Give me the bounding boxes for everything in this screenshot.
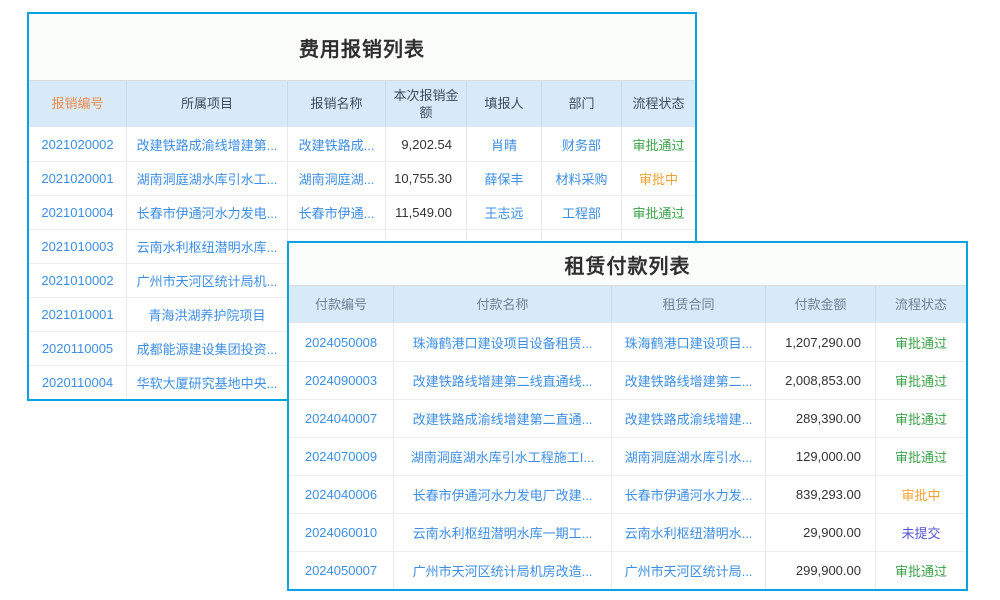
- column-header: 报销编号: [29, 81, 126, 126]
- payment-amount: 299,900.00: [765, 552, 875, 589]
- payment-id-link[interactable]: 2024040007: [289, 400, 393, 437]
- payment-table-header-row: 付款编号付款名称租赁合同付款金额流程状态: [289, 285, 966, 323]
- column-header: 填报人: [466, 81, 541, 126]
- expense-id-link[interactable]: 2021010002: [29, 264, 126, 297]
- expense-name-link[interactable]: 改建铁路成...: [287, 127, 385, 161]
- payment-amount: 129,000.00: [765, 438, 875, 475]
- lease-contract-link[interactable]: 湖南洞庭湖水库引水...: [611, 438, 765, 475]
- expense-table-title: 费用报销列表: [29, 14, 695, 80]
- table-row: 2024060010云南水利枢纽潜明水库一期工...云南水利枢纽潜明水...29…: [289, 513, 966, 551]
- expense-project-link[interactable]: 青海洪湖养护院项目: [126, 298, 287, 331]
- expense-id-link[interactable]: 2021010001: [29, 298, 126, 331]
- column-header: 本次报销金额: [385, 81, 466, 126]
- payment-amount: 1,207,290.00: [765, 323, 875, 361]
- payment-amount: 2,008,853.00: [765, 362, 875, 399]
- payment-status-badge: 审批通过: [875, 400, 966, 437]
- expense-reporter-link[interactable]: 薛保丰: [466, 162, 541, 195]
- column-header: 租赁合同: [611, 286, 765, 322]
- expense-project-link[interactable]: 华软大厦研究基地中央...: [126, 366, 287, 399]
- column-header: 付款金额: [765, 286, 875, 322]
- payment-name-link[interactable]: 云南水利枢纽潜明水库一期工...: [393, 514, 611, 551]
- column-header: 付款编号: [289, 286, 393, 322]
- expense-project-link[interactable]: 广州市天河区统计局机...: [126, 264, 287, 297]
- expense-name-link[interactable]: 长春市伊通...: [287, 196, 385, 229]
- payment-status-badge: 审批通过: [875, 323, 966, 361]
- payment-id-link[interactable]: 2024040006: [289, 476, 393, 513]
- table-row: 2024040006长春市伊通河水力发电厂改建...长春市伊通河水力发...83…: [289, 475, 966, 513]
- payment-amount: 289,390.00: [765, 400, 875, 437]
- lease-contract-link[interactable]: 广州市天河区统计局...: [611, 552, 765, 589]
- column-header: 所属项目: [126, 81, 287, 126]
- column-header: 付款名称: [393, 286, 611, 322]
- expense-name-link[interactable]: 湖南洞庭湖...: [287, 162, 385, 195]
- payment-status-badge: 审批通过: [875, 362, 966, 399]
- expense-department-link[interactable]: 工程部: [541, 196, 621, 229]
- table-row: 2024040007改建铁路成渝线增建第二直通...改建铁路成渝线增建...28…: [289, 399, 966, 437]
- expense-id-link[interactable]: 2021020002: [29, 127, 126, 161]
- expense-reporter-link[interactable]: 肖晴: [466, 127, 541, 161]
- expense-id-link[interactable]: 2020110005: [29, 332, 126, 365]
- payment-id-link[interactable]: 2024060010: [289, 514, 393, 551]
- payment-id-link[interactable]: 2024090003: [289, 362, 393, 399]
- payment-name-link[interactable]: 珠海鹤港口建设项目设备租赁...: [393, 323, 611, 361]
- payment-status-badge: 审批通过: [875, 438, 966, 475]
- table-row: 2024090003改建铁路线增建第二线直通线...改建铁路线增建第二...2,…: [289, 361, 966, 399]
- payment-name-link[interactable]: 长春市伊通河水力发电厂改建...: [393, 476, 611, 513]
- column-header: 部门: [541, 81, 621, 126]
- lease-contract-link[interactable]: 改建铁路线增建第二...: [611, 362, 765, 399]
- table-row: 2021010004长春市伊通河水力发电...长春市伊通...11,549.00…: [29, 195, 695, 229]
- lease-contract-link[interactable]: 改建铁路成渝线增建...: [611, 400, 765, 437]
- expense-project-link[interactable]: 长春市伊通河水力发电...: [126, 196, 287, 229]
- payment-status-badge: 审批中: [875, 476, 966, 513]
- payment-name-link[interactable]: 广州市天河区统计局机房改造...: [393, 552, 611, 589]
- payment-amount: 839,293.00: [765, 476, 875, 513]
- payment-name-link[interactable]: 改建铁路成渝线增建第二直通...: [393, 400, 611, 437]
- payment-table-title: 租赁付款列表: [289, 243, 966, 285]
- payment-id-link[interactable]: 2024050007: [289, 552, 393, 589]
- column-header: 流程状态: [875, 286, 966, 322]
- payment-name-link[interactable]: 湖南洞庭湖水库引水工程施工I...: [393, 438, 611, 475]
- lease-contract-link[interactable]: 云南水利枢纽潜明水...: [611, 514, 765, 551]
- page: 费用报销列表 报销编号所属项目报销名称本次报销金额填报人部门流程状态 20210…: [0, 0, 1000, 600]
- lease-contract-link[interactable]: 珠海鹤港口建设项目...: [611, 323, 765, 361]
- payment-name-link[interactable]: 改建铁路线增建第二线直通线...: [393, 362, 611, 399]
- table-row: 2021020001湖南洞庭湖水库引水工...湖南洞庭湖...10,755.30…: [29, 161, 695, 195]
- expense-reporter-link[interactable]: 王志远: [466, 196, 541, 229]
- expense-department-link[interactable]: 财务部: [541, 127, 621, 161]
- payment-id-link[interactable]: 2024050008: [289, 323, 393, 361]
- expense-id-link[interactable]: 2020110004: [29, 366, 126, 399]
- payment-status-badge: 审批通过: [875, 552, 966, 589]
- column-header: 报销名称: [287, 81, 385, 126]
- table-row: 2021020002改建铁路成渝线增建第...改建铁路成...9,202.54肖…: [29, 127, 695, 161]
- expense-status-badge: 审批通过: [621, 127, 695, 161]
- expense-project-link[interactable]: 湖南洞庭湖水库引水工...: [126, 162, 287, 195]
- column-header: 流程状态: [621, 81, 695, 126]
- expense-status-badge: 审批通过: [621, 196, 695, 229]
- expense-status-badge: 审批中: [621, 162, 695, 195]
- expense-project-link[interactable]: 云南水利枢纽潜明水库...: [126, 230, 287, 263]
- expense-amount: 10,755.30: [385, 162, 466, 195]
- lease-contract-link[interactable]: 长春市伊通河水力发...: [611, 476, 765, 513]
- expense-project-link[interactable]: 成都能源建设集团投资...: [126, 332, 287, 365]
- expense-amount: 11,549.00: [385, 196, 466, 229]
- expense-id-link[interactable]: 2021010004: [29, 196, 126, 229]
- payment-status-badge: 未提交: [875, 514, 966, 551]
- expense-id-link[interactable]: 2021020001: [29, 162, 126, 195]
- expense-department-link[interactable]: 材料采购: [541, 162, 621, 195]
- table-row: 2024050008珠海鹤港口建设项目设备租赁...珠海鹤港口建设项目...1,…: [289, 323, 966, 361]
- payment-amount: 29,900.00: [765, 514, 875, 551]
- table-row: 2024050007广州市天河区统计局机房改造...广州市天河区统计局...29…: [289, 551, 966, 589]
- payment-id-link[interactable]: 2024070009: [289, 438, 393, 475]
- expense-project-link[interactable]: 改建铁路成渝线增建第...: [126, 127, 287, 161]
- expense-id-link[interactable]: 2021010003: [29, 230, 126, 263]
- expense-table-header-row: 报销编号所属项目报销名称本次报销金额填报人部门流程状态: [29, 80, 695, 127]
- expense-amount: 9,202.54: [385, 127, 466, 161]
- payment-table-card: 租赁付款列表 付款编号付款名称租赁合同付款金额流程状态 2024050008珠海…: [287, 241, 968, 591]
- payment-table-body: 2024050008珠海鹤港口建设项目设备租赁...珠海鹤港口建设项目...1,…: [289, 323, 966, 589]
- table-row: 2024070009湖南洞庭湖水库引水工程施工I...湖南洞庭湖水库引水...1…: [289, 437, 966, 475]
